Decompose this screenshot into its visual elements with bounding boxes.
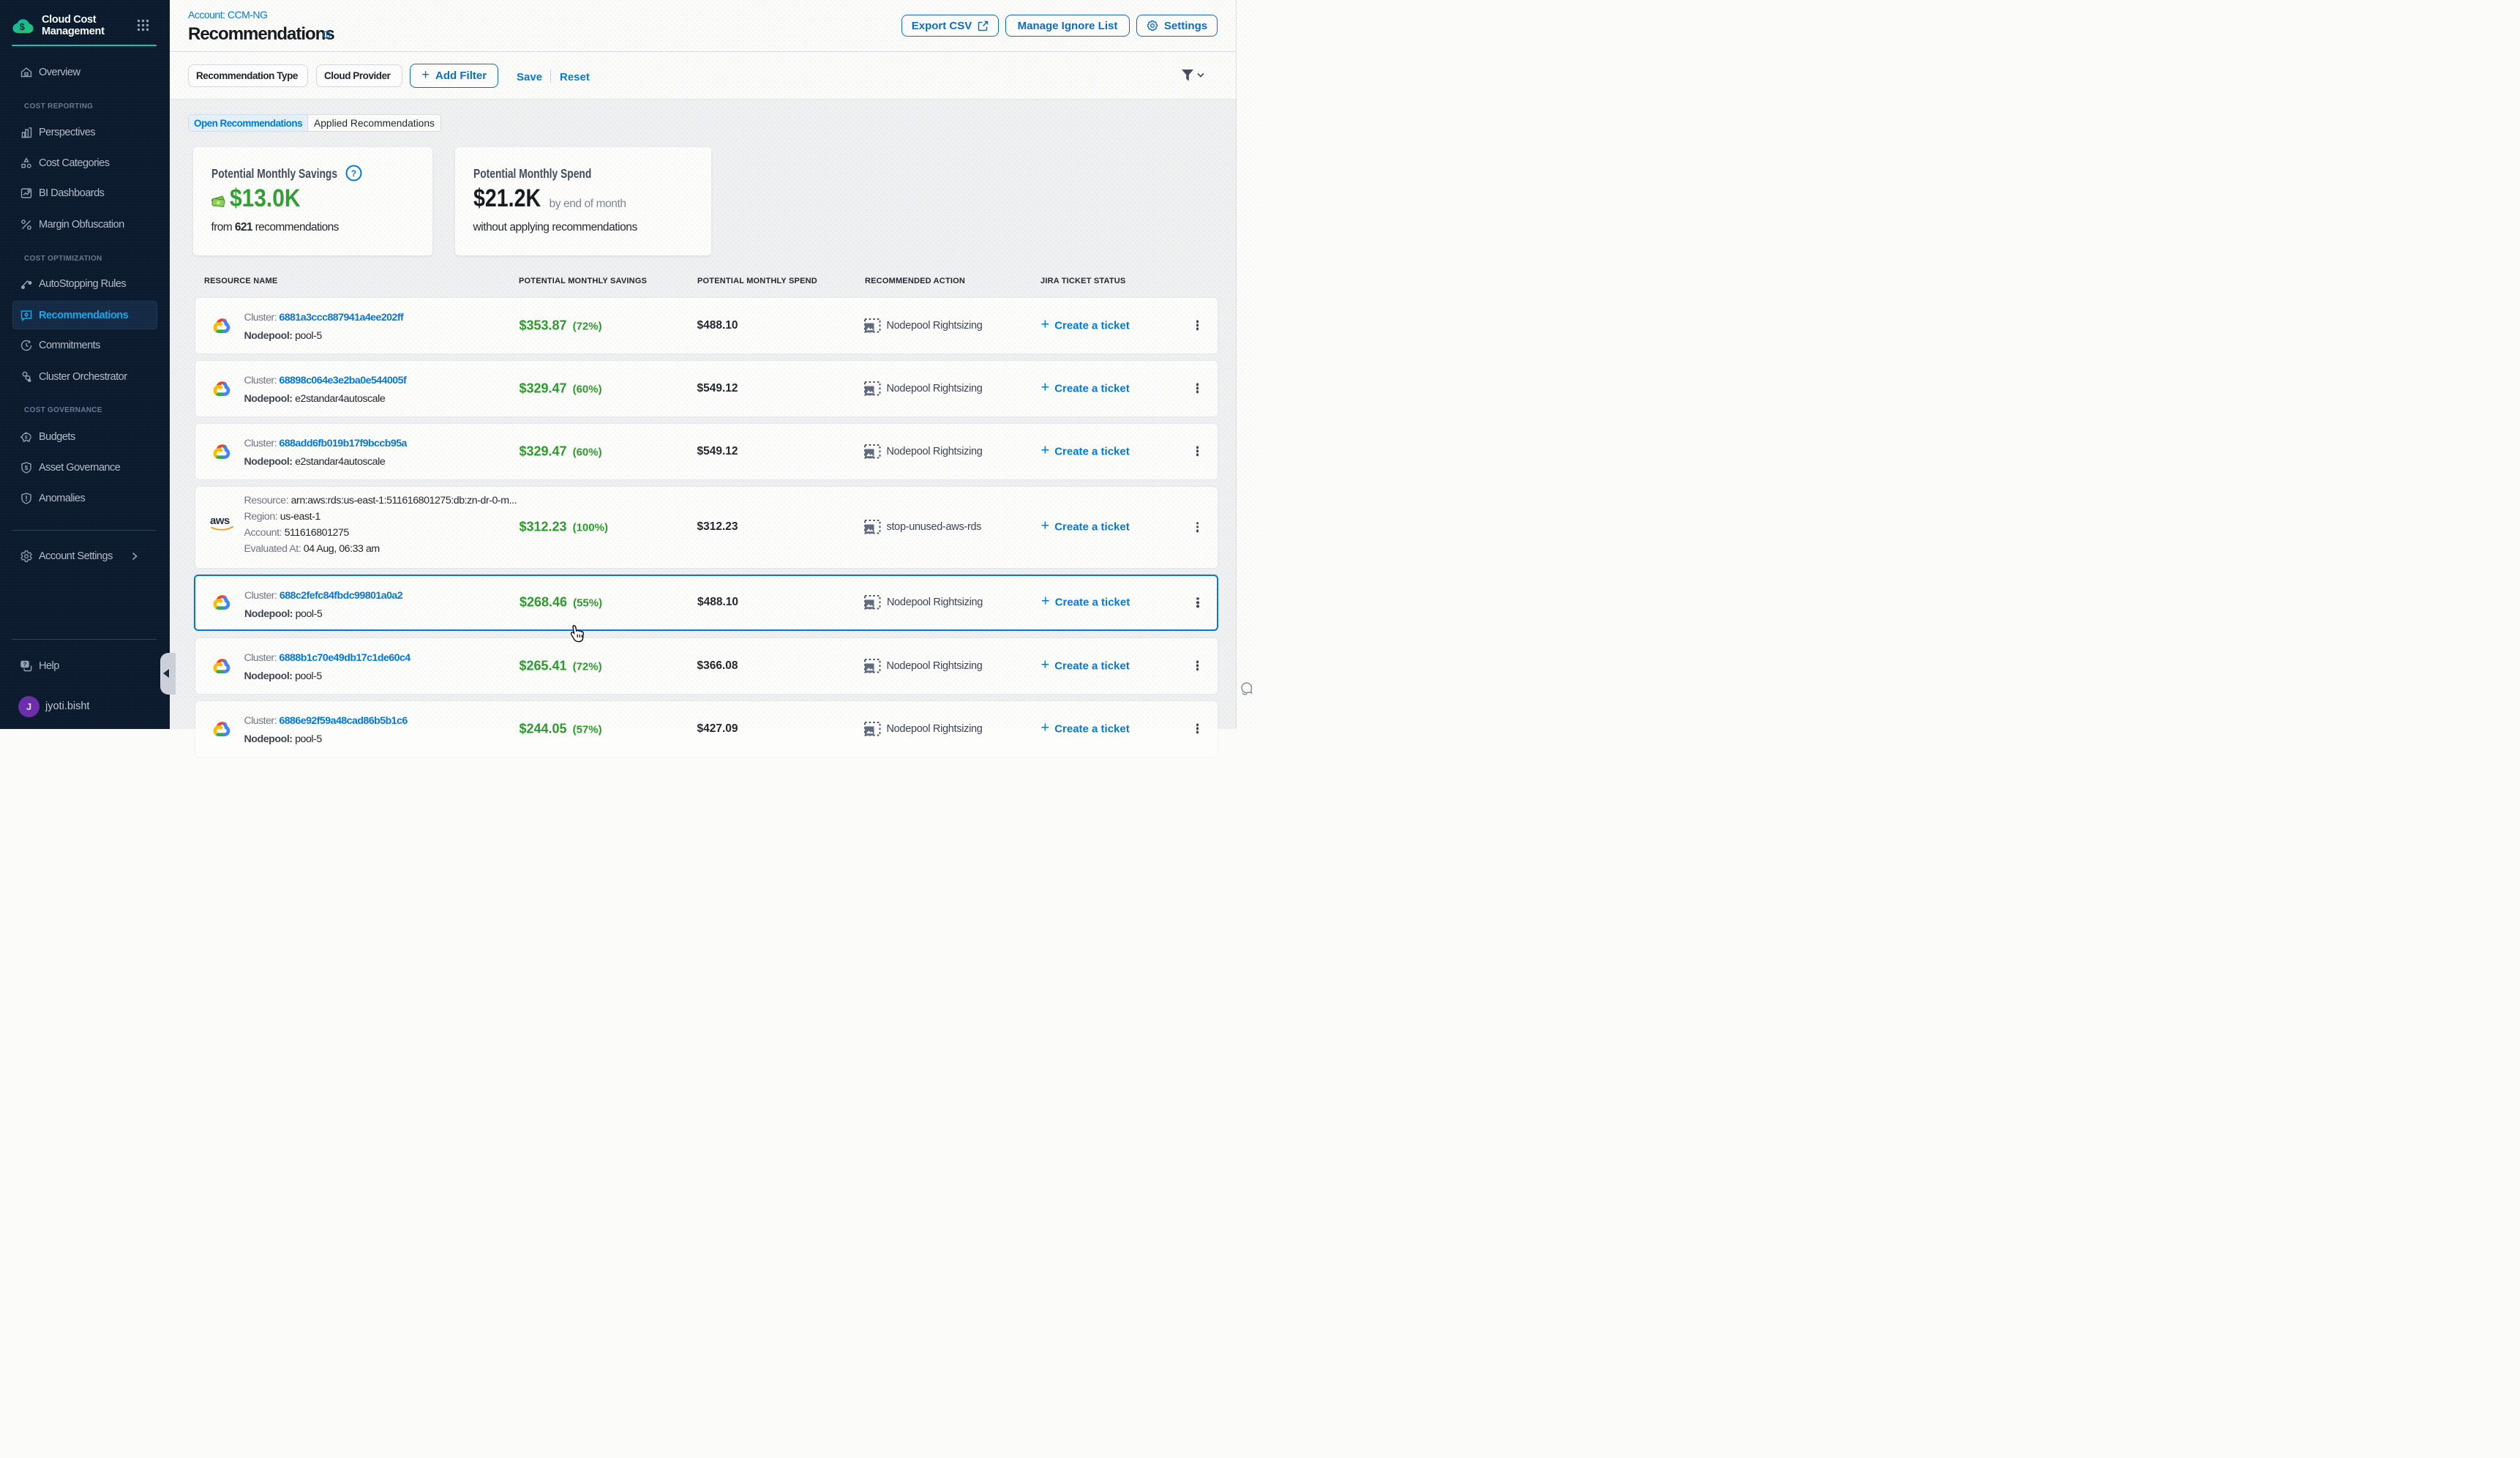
svg-text:$: $ bbox=[25, 465, 29, 471]
svg-text:?: ? bbox=[350, 168, 356, 179]
svg-text:$: $ bbox=[20, 22, 25, 32]
svg-text:$: $ bbox=[25, 435, 28, 440]
svg-text:?: ? bbox=[23, 662, 27, 668]
